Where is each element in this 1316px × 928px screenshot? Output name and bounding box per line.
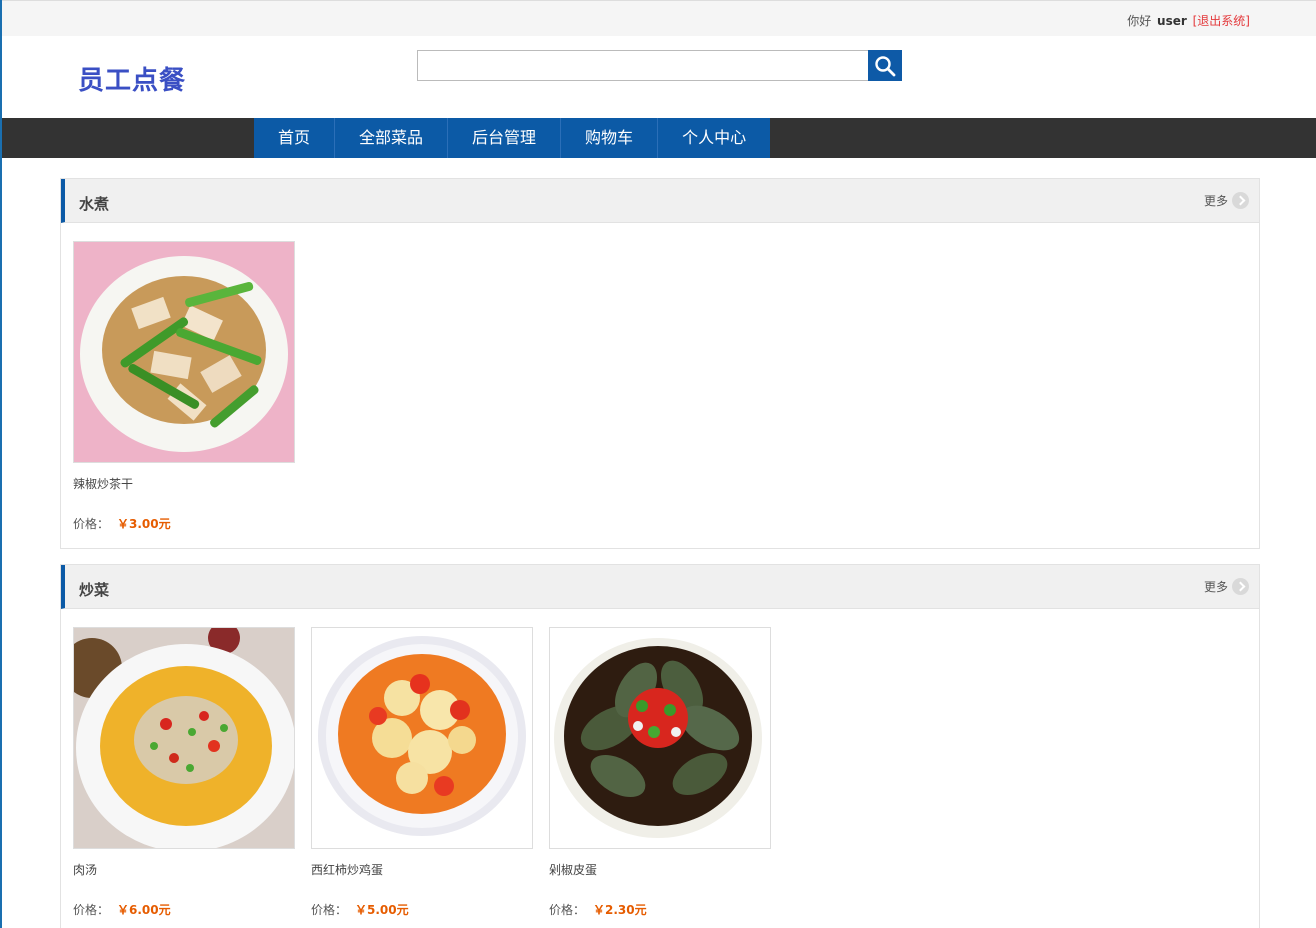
search-button[interactable] — [868, 50, 902, 81]
dish-name[interactable]: 辣椒炒茶干 — [73, 475, 133, 492]
section-title: 水煮 — [79, 195, 110, 213]
more-label: 更多 — [1203, 194, 1228, 208]
dish-name[interactable]: 剁椒皮蛋 — [549, 861, 597, 878]
dish-name[interactable]: 西红柿炒鸡蛋 — [311, 861, 383, 878]
dish-list: 辣椒炒茶干 价格： ￥3.00元 — [61, 223, 1259, 547]
price-value: ￥5.00元 — [355, 903, 409, 917]
section-header: 炒菜 更多 — [61, 565, 1259, 609]
dish-card: 剁椒皮蛋 价格： ￥2.30元 — [549, 627, 787, 928]
price-label: 价格： — [73, 903, 110, 917]
dish-name[interactable]: 肉汤 — [73, 861, 97, 878]
chevron-right-icon — [1232, 578, 1249, 595]
nav-item-profile[interactable]: 个人中心 — [658, 118, 770, 158]
username: user — [1157, 14, 1187, 28]
dish-price: 价格： ￥5.00元 — [311, 901, 409, 918]
category-section-stir-fry: 炒菜 更多 肉汤 价格： ￥6.00元 西红柿炒鸡蛋 价格： ￥5.00元 剁椒… — [60, 564, 1260, 928]
dish-price: 价格： ￥6.00元 — [73, 901, 171, 918]
more-link[interactable]: 更多 — [1204, 192, 1249, 209]
more-link[interactable]: 更多 — [1204, 578, 1249, 595]
price-value: ￥6.00元 — [117, 903, 171, 917]
main-navbar: 首页 全部菜品 后台管理 购物车 个人中心 — [2, 118, 1316, 158]
price-label: 价格： — [73, 517, 110, 531]
dish-price: 价格： ￥3.00元 — [73, 515, 171, 532]
greeting-text: 你好 — [1127, 14, 1152, 28]
dish-image[interactable] — [73, 241, 295, 463]
top-bar: 你好 user [退出系统] — [2, 0, 1316, 36]
logout-link[interactable]: [退出系统] — [1193, 14, 1250, 28]
nav-item-admin[interactable]: 后台管理 — [448, 118, 562, 158]
dish-card: 肉汤 价格： ￥6.00元 — [73, 627, 311, 928]
dish-card: 西红柿炒鸡蛋 价格： ￥5.00元 — [311, 627, 549, 928]
search-input[interactable] — [417, 50, 869, 81]
site-logo[interactable]: 员工点餐 — [78, 60, 186, 97]
search-icon — [875, 56, 896, 77]
more-label: 更多 — [1203, 580, 1228, 594]
dish-price: 价格： ￥2.30元 — [549, 901, 647, 918]
nav-item-home[interactable]: 首页 — [254, 118, 336, 158]
nav-item-all-dishes[interactable]: 全部菜品 — [335, 118, 449, 158]
price-value: ￥2.30元 — [593, 903, 647, 917]
category-section-boiled: 水煮 更多 辣椒炒茶干 价格： ￥3.00元 — [60, 178, 1260, 549]
header: 员工点餐 — [2, 36, 1316, 118]
dish-card: 辣椒炒茶干 价格： ￥3.00元 — [73, 241, 311, 547]
user-area: 你好 user [退出系统] — [1127, 12, 1250, 29]
nav-menu: 首页 全部菜品 后台管理 购物车 个人中心 — [254, 118, 771, 158]
dish-image[interactable] — [73, 627, 295, 849]
section-title: 炒菜 — [79, 581, 110, 599]
chevron-right-icon — [1232, 192, 1249, 209]
section-header: 水煮 更多 — [61, 179, 1259, 223]
dish-image[interactable] — [549, 627, 771, 849]
price-label: 价格： — [311, 903, 348, 917]
price-value: ￥3.00元 — [117, 517, 171, 531]
nav-item-cart[interactable]: 购物车 — [561, 118, 659, 158]
price-label: 价格： — [549, 903, 586, 917]
dish-image[interactable] — [311, 627, 533, 849]
dish-list: 肉汤 价格： ￥6.00元 西红柿炒鸡蛋 价格： ￥5.00元 剁椒皮蛋 价格：… — [61, 609, 1259, 928]
